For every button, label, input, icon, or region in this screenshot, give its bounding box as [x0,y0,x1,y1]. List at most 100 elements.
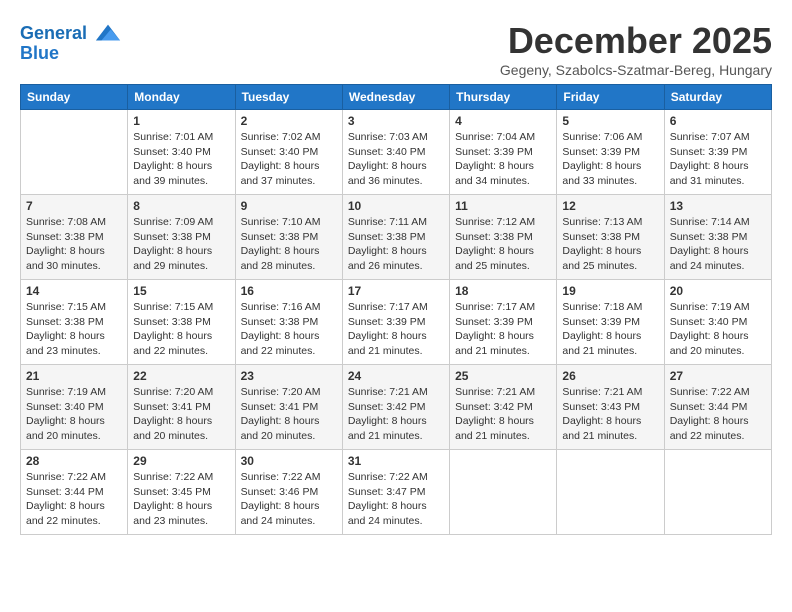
calendar-cell: 14 Sunrise: 7:15 AM Sunset: 3:38 PM Dayli… [21,280,128,365]
day-info: Sunrise: 7:04 AM Sunset: 3:39 PM Dayligh… [455,130,551,189]
day-info: Sunrise: 7:20 AM Sunset: 3:41 PM Dayligh… [241,385,337,444]
day-number: 13 [670,199,766,213]
day-info: Sunrise: 7:22 AM Sunset: 3:44 PM Dayligh… [670,385,766,444]
day-number: 29 [133,454,229,468]
day-info: Sunrise: 7:12 AM Sunset: 3:38 PM Dayligh… [455,215,551,274]
calendar-cell: 1Sunrise: 7:01 AM Sunset: 3:40 PM Daylig… [128,110,235,195]
calendar-cell [21,110,128,195]
day-info: Sunrise: 7:20 AM Sunset: 3:41 PM Dayligh… [133,385,229,444]
day-number: 5 [562,114,658,128]
day-info: Sunrise: 7:21 AM Sunset: 3:43 PM Dayligh… [562,385,658,444]
day-number: 28 [26,454,122,468]
day-info: Sunrise: 7:22 AM Sunset: 3:46 PM Dayligh… [241,470,337,529]
calendar-cell: 18 Sunrise: 7:17 AM Sunset: 3:39 PM Dayli… [450,280,557,365]
day-number: 26 [562,369,658,383]
weekday-header-wednesday: Wednesday [342,85,449,110]
day-number: 31 [348,454,444,468]
day-info: Sunrise: 7:19 AM Sunset: 3:40 PM Dayligh… [670,300,766,359]
calendar-cell: 20 Sunrise: 7:19 AM Sunset: 3:40 PM Dayli… [664,280,771,365]
weekday-header-friday: Friday [557,85,664,110]
day-info: Sunrise: 7:13 AM Sunset: 3:38 PM Dayligh… [562,215,658,274]
day-number: 19 [562,284,658,298]
calendar-title: December 2025 [500,20,772,62]
day-info: Sunrise: 7:22 AM Sunset: 3:47 PM Dayligh… [348,470,444,529]
weekday-header-tuesday: Tuesday [235,85,342,110]
day-info: Sunrise: 7:08 AM Sunset: 3:38 PM Dayligh… [26,215,122,274]
day-info: Sunrise: 7:22 AM Sunset: 3:45 PM Dayligh… [133,470,229,529]
calendar-cell: 9 Sunrise: 7:10 AM Sunset: 3:38 PM Daylig… [235,195,342,280]
day-number: 7 [26,199,122,213]
day-number: 22 [133,369,229,383]
logo-icon [94,20,122,48]
calendar-cell: 24Sunrise: 7:21 AM Sunset: 3:42 PM Dayli… [342,365,449,450]
calendar-cell: 4 Sunrise: 7:04 AM Sunset: 3:39 PM Daylig… [450,110,557,195]
day-info: Sunrise: 7:09 AM Sunset: 3:38 PM Dayligh… [133,215,229,274]
calendar-cell: 23 Sunrise: 7:20 AM Sunset: 3:41 PM Dayli… [235,365,342,450]
day-info: Sunrise: 7:15 AM Sunset: 3:38 PM Dayligh… [26,300,122,359]
calendar-subtitle: Gegeny, Szabolcs-Szatmar-Bereg, Hungary [500,62,772,78]
weekday-header-thursday: Thursday [450,85,557,110]
page-header: General Blue December 2025 Gegeny, Szabo… [20,20,772,78]
day-number: 14 [26,284,122,298]
day-number: 24 [348,369,444,383]
calendar-cell: 2Sunrise: 7:02 AM Sunset: 3:40 PM Daylig… [235,110,342,195]
day-info: Sunrise: 7:02 AM Sunset: 3:40 PM Dayligh… [241,130,337,189]
day-info: Sunrise: 7:22 AM Sunset: 3:44 PM Dayligh… [26,470,122,529]
day-info: Sunrise: 7:07 AM Sunset: 3:39 PM Dayligh… [670,130,766,189]
calendar-cell: 7 Sunrise: 7:08 AM Sunset: 3:38 PM Daylig… [21,195,128,280]
day-number: 23 [241,369,337,383]
day-number: 18 [455,284,551,298]
week-row-2: 14 Sunrise: 7:15 AM Sunset: 3:38 PM Dayli… [21,280,772,365]
day-info: Sunrise: 7:17 AM Sunset: 3:39 PM Dayligh… [348,300,444,359]
calendar-cell: 3 Sunrise: 7:03 AM Sunset: 3:40 PM Daylig… [342,110,449,195]
day-number: 15 [133,284,229,298]
calendar-cell: 15 Sunrise: 7:15 AM Sunset: 3:38 PM Dayli… [128,280,235,365]
week-row-3: 21 Sunrise: 7:19 AM Sunset: 3:40 PM Dayli… [21,365,772,450]
day-number: 11 [455,199,551,213]
day-number: 8 [133,199,229,213]
day-number: 4 [455,114,551,128]
day-info: Sunrise: 7:16 AM Sunset: 3:38 PM Dayligh… [241,300,337,359]
day-info: Sunrise: 7:10 AM Sunset: 3:38 PM Dayligh… [241,215,337,274]
week-row-1: 7 Sunrise: 7:08 AM Sunset: 3:38 PM Daylig… [21,195,772,280]
day-number: 9 [241,199,337,213]
calendar-cell: 10Sunrise: 7:11 AM Sunset: 3:38 PM Dayli… [342,195,449,280]
day-info: Sunrise: 7:14 AM Sunset: 3:38 PM Dayligh… [670,215,766,274]
weekday-header-monday: Monday [128,85,235,110]
logo: General Blue [20,20,122,64]
day-number: 25 [455,369,551,383]
day-info: Sunrise: 7:03 AM Sunset: 3:40 PM Dayligh… [348,130,444,189]
day-number: 16 [241,284,337,298]
week-row-0: 1Sunrise: 7:01 AM Sunset: 3:40 PM Daylig… [21,110,772,195]
day-number: 17 [348,284,444,298]
day-number: 27 [670,369,766,383]
weekday-header-sunday: Sunday [21,85,128,110]
day-info: Sunrise: 7:19 AM Sunset: 3:40 PM Dayligh… [26,385,122,444]
weekday-header-saturday: Saturday [664,85,771,110]
calendar-cell: 28 Sunrise: 7:22 AM Sunset: 3:44 PM Dayli… [21,450,128,535]
day-info: Sunrise: 7:06 AM Sunset: 3:39 PM Dayligh… [562,130,658,189]
weekday-header-row: SundayMondayTuesdayWednesdayThursdayFrid… [21,85,772,110]
title-block: December 2025 Gegeny, Szabolcs-Szatmar-B… [500,20,772,78]
calendar-cell [450,450,557,535]
calendar-cell [557,450,664,535]
calendar-cell: 29 Sunrise: 7:22 AM Sunset: 3:45 PM Dayli… [128,450,235,535]
calendar-cell: 11 Sunrise: 7:12 AM Sunset: 3:38 PM Dayli… [450,195,557,280]
day-number: 20 [670,284,766,298]
day-number: 21 [26,369,122,383]
calendar-table: SundayMondayTuesdayWednesdayThursdayFrid… [20,84,772,535]
day-info: Sunrise: 7:17 AM Sunset: 3:39 PM Dayligh… [455,300,551,359]
day-number: 12 [562,199,658,213]
calendar-cell: 12 Sunrise: 7:13 AM Sunset: 3:38 PM Dayli… [557,195,664,280]
calendar-cell: 21 Sunrise: 7:19 AM Sunset: 3:40 PM Dayli… [21,365,128,450]
calendar-cell: 30Sunrise: 7:22 AM Sunset: 3:46 PM Dayli… [235,450,342,535]
day-number: 6 [670,114,766,128]
calendar-cell: 25Sunrise: 7:21 AM Sunset: 3:42 PM Dayli… [450,365,557,450]
calendar-cell: 22 Sunrise: 7:20 AM Sunset: 3:41 PM Dayli… [128,365,235,450]
calendar-cell: 16 Sunrise: 7:16 AM Sunset: 3:38 PM Dayli… [235,280,342,365]
calendar-cell [664,450,771,535]
day-number: 3 [348,114,444,128]
calendar-cell: 13 Sunrise: 7:14 AM Sunset: 3:38 PM Dayli… [664,195,771,280]
calendar-cell: 8 Sunrise: 7:09 AM Sunset: 3:38 PM Daylig… [128,195,235,280]
day-info: Sunrise: 7:15 AM Sunset: 3:38 PM Dayligh… [133,300,229,359]
